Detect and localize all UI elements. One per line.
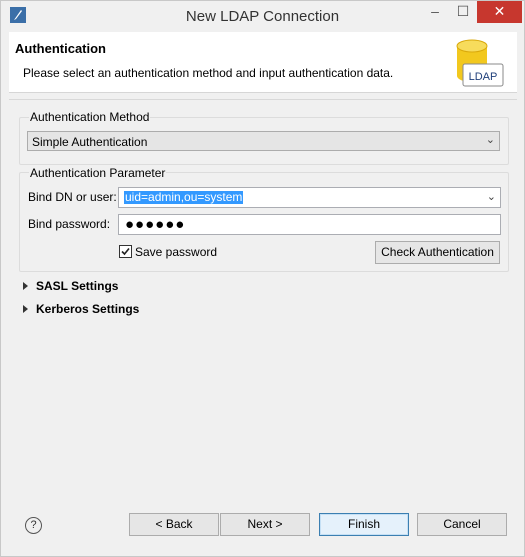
expand-arrow-icon: [23, 304, 28, 313]
close-button[interactable]: ✕: [477, 1, 522, 23]
sasl-settings-label: SASL Settings: [36, 279, 119, 293]
bind-password-value: ●●●●●●: [125, 216, 186, 233]
bind-dn-value: uid=admin,ou=system: [124, 190, 244, 204]
auth-method-value: Simple Authentication: [32, 135, 148, 149]
kerberos-settings-label: Kerberos Settings: [36, 302, 140, 316]
sasl-settings-section[interactable]: SASL Settings: [23, 279, 118, 293]
save-password-label[interactable]: Save password: [135, 245, 217, 259]
cancel-button[interactable]: Cancel: [417, 513, 507, 536]
page-title: Authentication: [15, 41, 106, 56]
chevron-down-icon: ⌄: [485, 134, 495, 146]
wizard-banner: Authentication Please select an authenti…: [9, 32, 517, 93]
back-button[interactable]: < Back: [129, 513, 219, 536]
help-icon[interactable]: ?: [25, 517, 42, 534]
maximize-button[interactable]: ☐: [449, 1, 477, 23]
minimize-button[interactable]: –: [421, 1, 449, 23]
bind-password-input[interactable]: ●●●●●●: [118, 214, 501, 235]
expand-arrow-icon: [23, 281, 28, 290]
finish-button[interactable]: Finish: [319, 513, 409, 536]
auth-param-group-label: Authentication Parameter: [29, 166, 167, 180]
checkmark-icon: [121, 247, 130, 256]
auth-method-group-label: Authentication Method: [29, 110, 151, 124]
dialog-window: New LDAP Connection – ☐ ✕ Authentication…: [0, 0, 525, 557]
bind-dn-input[interactable]: uid=admin,ou=system ⌄: [118, 187, 501, 208]
title-bar[interactable]: New LDAP Connection – ☐ ✕: [1, 1, 524, 31]
bind-dn-label: Bind DN or user:: [28, 190, 117, 204]
page-description: Please select an authentication method a…: [23, 66, 394, 80]
banner-separator: [9, 99, 517, 100]
next-button[interactable]: Next >: [220, 513, 310, 536]
auth-method-select[interactable]: Simple Authentication ⌄: [27, 131, 500, 151]
chevron-down-icon[interactable]: ⌄: [487, 190, 496, 203]
check-authentication-button[interactable]: Check Authentication: [375, 241, 500, 264]
ldap-database-icon: LDAP: [456, 39, 504, 87]
bind-password-label: Bind password:: [28, 217, 111, 231]
ldap-icon-label: LDAP: [469, 71, 498, 83]
kerberos-settings-section[interactable]: Kerberos Settings: [23, 302, 139, 316]
save-password-checkbox[interactable]: [119, 245, 132, 258]
